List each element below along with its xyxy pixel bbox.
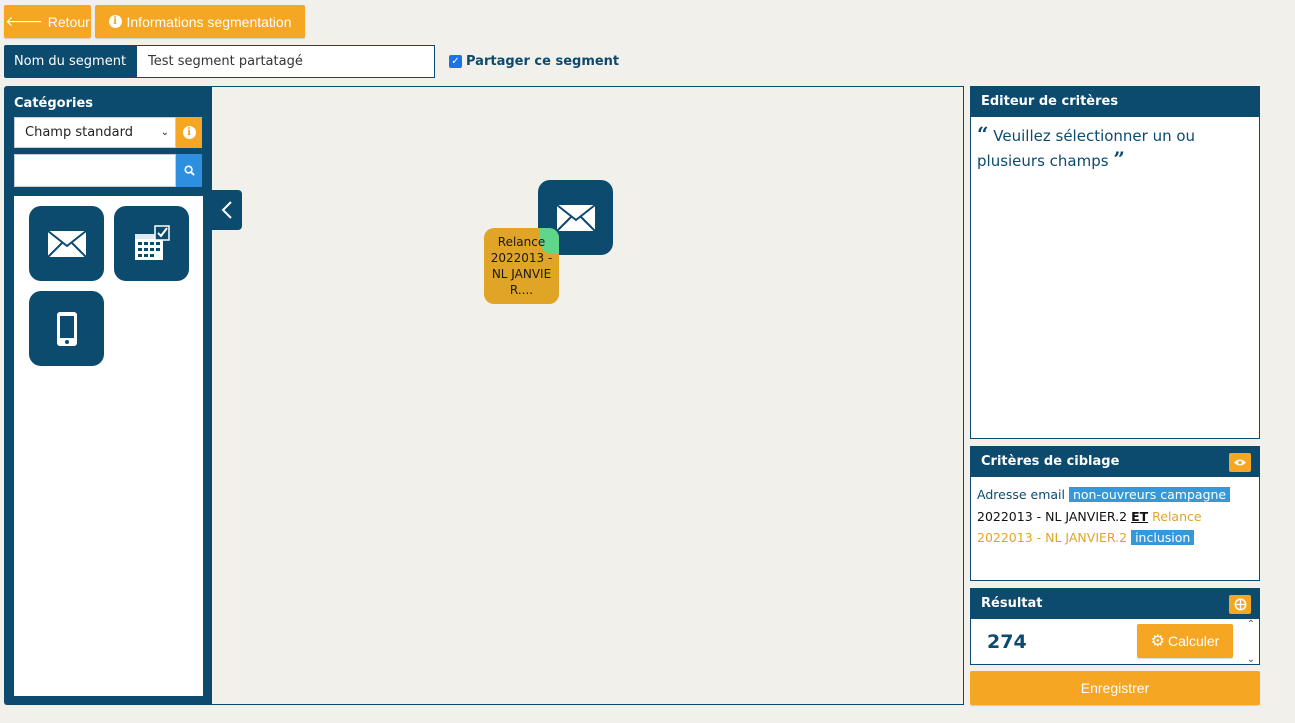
- view-criteria-button[interactable]: [1229, 453, 1251, 472]
- campaign-node-label: Relance 2022013 - NL JANVIE R....: [490, 235, 553, 297]
- search-icon: [183, 165, 195, 176]
- back-button[interactable]: 🡐 Retour: [4, 5, 91, 38]
- targeting-condition-tag: non-ouvreurs campagne: [1068, 487, 1231, 502]
- criteria-editor-panel: Editeur de critères “ Veuillez sélection…: [970, 86, 1260, 439]
- categories-sidebar: Catégories Champ standard ⌄ i: [4, 86, 212, 705]
- quote-close-icon: ”: [1113, 147, 1125, 171]
- result-title-text: Résultat: [981, 596, 1043, 611]
- category-select[interactable]: Champ standard ⌄: [14, 117, 176, 148]
- result-expand-button[interactable]: [1229, 595, 1251, 614]
- segment-name-input[interactable]: [136, 45, 435, 78]
- envelope-icon: [46, 229, 87, 258]
- targeting-criteria-panel: Critères de ciblage Adresse email non-ou…: [970, 446, 1260, 581]
- crosshair-icon: [1234, 598, 1246, 611]
- arrow-left-icon: 🡐: [5, 13, 43, 29]
- segment-canvas[interactable]: [212, 86, 964, 705]
- back-button-label: Retour: [47, 13, 90, 30]
- campaign-node[interactable]: Relance 2022013 - NL JANVIE R....: [484, 228, 559, 304]
- date-category-tile[interactable]: [114, 206, 189, 281]
- targeting-campaign-name: 2022013 - NL JANVIER.2: [977, 508, 1128, 524]
- targeting-field-name: Adresse email: [977, 487, 1065, 502]
- categories-title: Catégories: [14, 96, 94, 111]
- criteria-editor-placeholder-text: Veuillez sélectionner un ou plusieurs ch…: [977, 127, 1196, 170]
- targeting-operator: ET: [1131, 508, 1149, 524]
- info-icon: i: [182, 126, 196, 139]
- mobile-phone-icon: [56, 311, 77, 346]
- share-segment-label: Partager ce segment: [466, 54, 620, 69]
- targeting-criteria-title-text: Critères de ciblage: [981, 454, 1120, 469]
- segment-name-label: Nom du segment: [4, 45, 136, 78]
- scroll-down-icon[interactable]: ⌄: [1247, 654, 1255, 665]
- result-panel: Résultat 274 ⚙ Calculer ⌃ ⌄: [970, 588, 1260, 665]
- criteria-editor-title: Editeur de critères: [971, 87, 1259, 117]
- share-segment-checkbox[interactable]: ✓ Partager ce segment: [449, 54, 619, 69]
- email-category-tile[interactable]: [29, 206, 104, 281]
- category-tiles-panel: [14, 196, 203, 696]
- save-button-label: Enregistrer: [1080, 680, 1150, 696]
- envelope-icon: [555, 203, 596, 232]
- eye-icon: [1234, 459, 1246, 466]
- segmentation-info-label: Informations segmentation: [126, 13, 292, 30]
- checkbox-checked-icon: ✓: [449, 55, 462, 68]
- collapse-sidebar-button[interactable]: [212, 190, 242, 230]
- category-select-value: Champ standard: [25, 125, 133, 140]
- targeting-inclusion-tag: inclusion: [1131, 530, 1195, 545]
- gears-icon: ⚙: [1150, 633, 1165, 650]
- scroll-up-icon[interactable]: ⌃: [1247, 619, 1255, 630]
- category-info-button[interactable]: i: [176, 117, 202, 148]
- result-scrollbar[interactable]: ⌃ ⌄: [1243, 619, 1259, 665]
- save-button[interactable]: Enregistrer: [970, 671, 1260, 705]
- mobile-category-tile[interactable]: [29, 291, 104, 366]
- category-search-button[interactable]: [176, 154, 202, 187]
- info-icon: i: [108, 15, 122, 28]
- segmentation-info-button[interactable]: i Informations segmentation: [95, 5, 305, 38]
- calendar-check-icon: [134, 224, 170, 260]
- category-search-input[interactable]: [14, 154, 176, 187]
- chevron-down-icon: ⌄: [160, 127, 169, 138]
- chevron-left-icon: [221, 201, 232, 219]
- quote-open-icon: “: [977, 122, 989, 146]
- criteria-editor-placeholder: “ Veuillez sélectionner un ou plusieurs …: [971, 117, 1259, 173]
- result-title: Résultat: [971, 589, 1259, 619]
- calculate-button[interactable]: ⚙ Calculer: [1137, 624, 1233, 658]
- result-value: 274: [987, 631, 1027, 653]
- targeting-criteria-text: Adresse email non-ouvreurs campagne 2022…: [971, 477, 1259, 556]
- targeting-criteria-title: Critères de ciblage: [971, 447, 1259, 477]
- calculate-button-label: Calculer: [1167, 633, 1220, 649]
